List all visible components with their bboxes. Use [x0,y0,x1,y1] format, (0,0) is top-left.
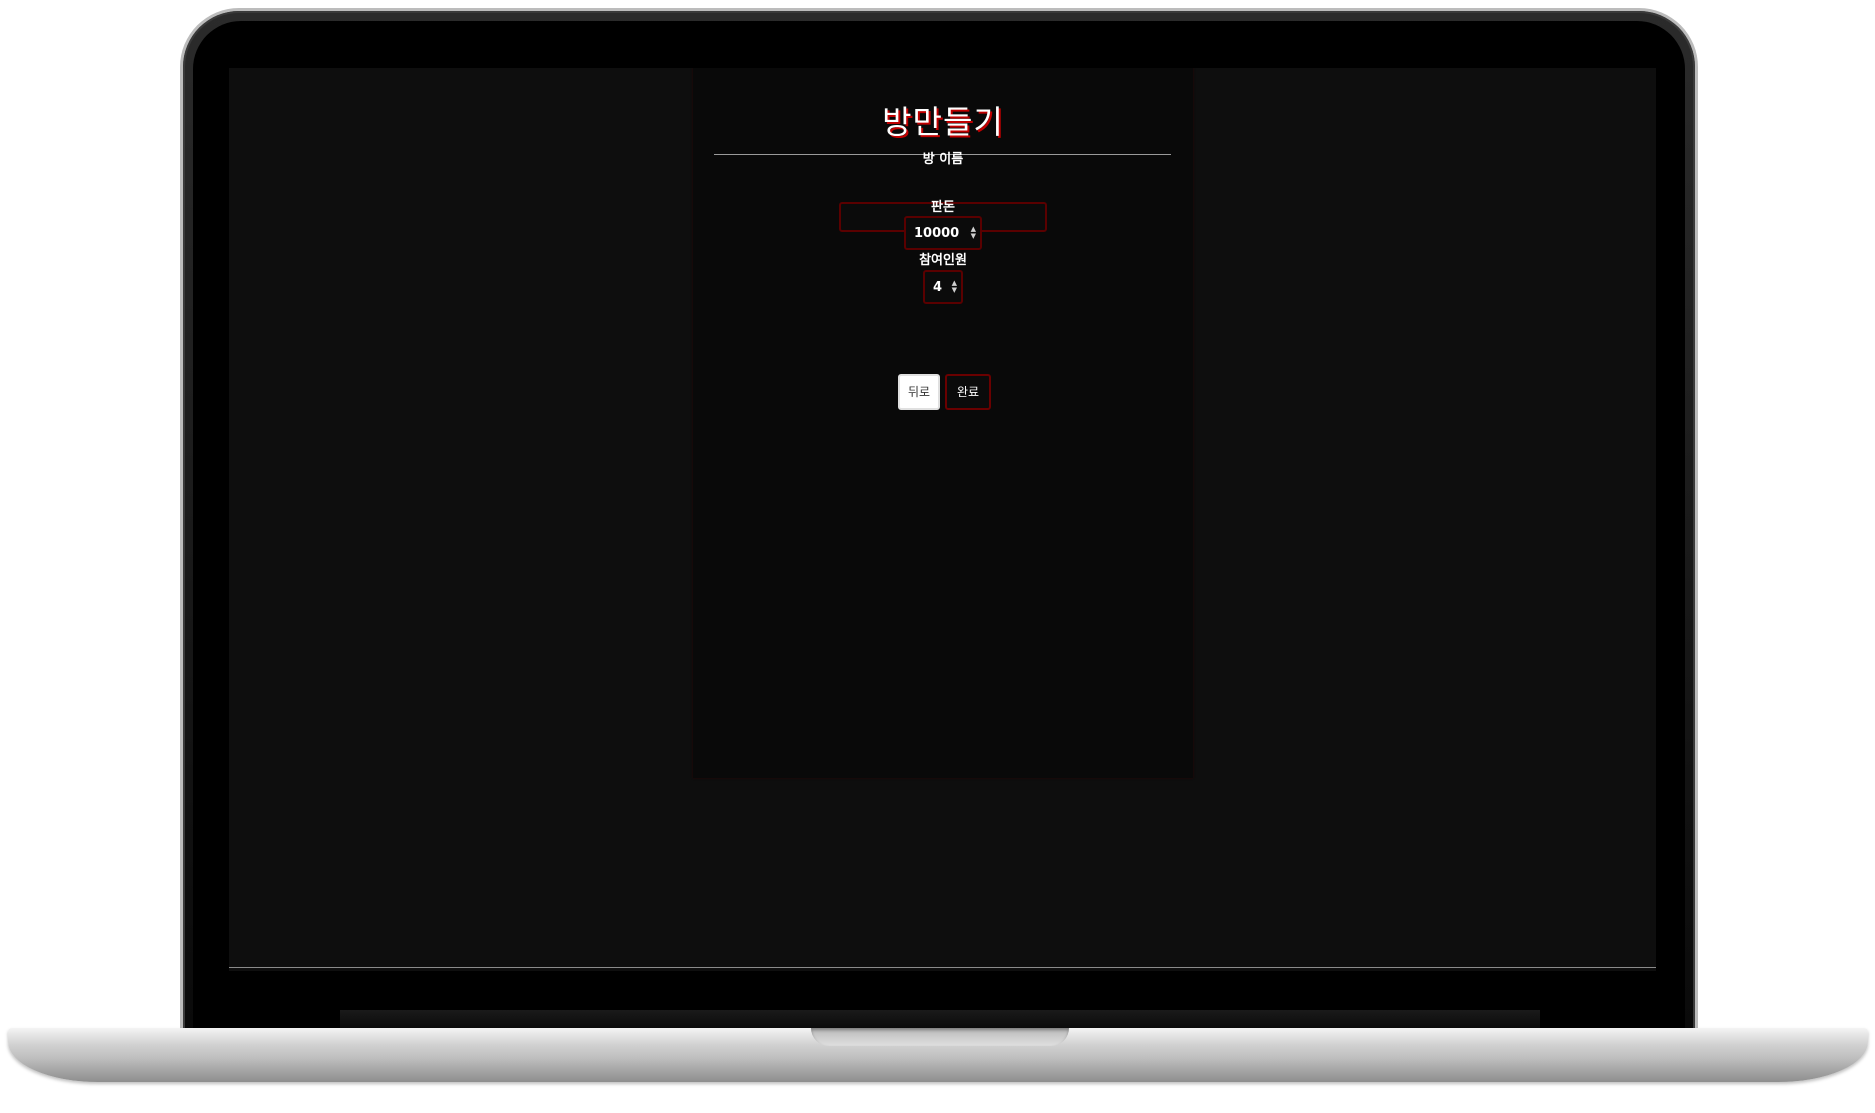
stake-value: 10000 [914,226,960,241]
laptop-notch [811,1028,1069,1046]
screen: 방만들기 방 이름 판돈 10000 ▲ ▼ 참여인원 4 ▲ ▼ 뒤로 완료 [229,68,1656,971]
room-name-label: 방 이름 [922,152,964,167]
up-down-arrows-icon[interactable]: ▲ ▼ [971,226,976,240]
up-down-arrows-icon[interactable]: ▲ ▼ [952,280,957,294]
stake-stepper[interactable]: 10000 ▲ ▼ [904,216,982,250]
players-label: 참여인원 [919,253,967,268]
players-stepper[interactable]: 4 ▲ ▼ [923,270,963,304]
create-room-panel: 방만들기 방 이름 판돈 10000 ▲ ▼ 참여인원 4 ▲ ▼ 뒤로 완료 [693,68,1193,778]
players-value: 4 [933,280,943,295]
done-button[interactable]: 완료 [945,374,991,410]
back-button[interactable]: 뒤로 [898,374,940,410]
screen-bottom-divider [229,967,1656,968]
page-title: 방만들기 [882,103,1004,141]
stake-label: 판돈 [931,200,955,215]
